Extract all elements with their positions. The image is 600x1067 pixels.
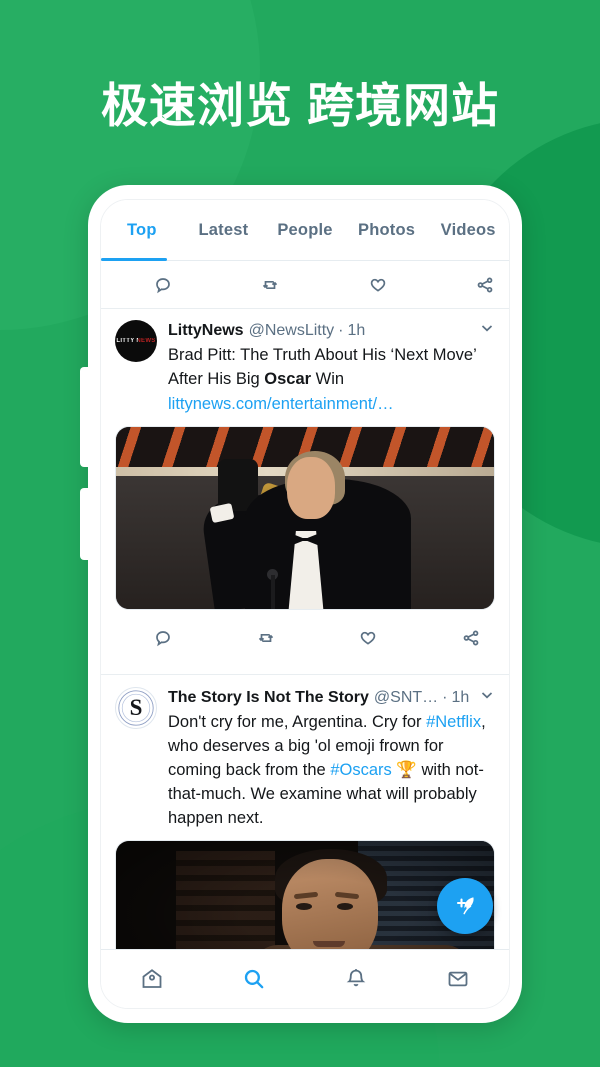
- mail-icon: [448, 971, 468, 987]
- tweet-link[interactable]: littynews.com/entertainment/…: [168, 392, 495, 416]
- nav-messages[interactable]: [407, 966, 509, 992]
- nav-notifications[interactable]: [305, 966, 407, 992]
- tab-videos[interactable]: Videos: [427, 221, 509, 240]
- like-button-partial[interactable]: [368, 275, 475, 295]
- retweet-button-partial[interactable]: [260, 275, 367, 295]
- chevron-down-icon[interactable]: [473, 320, 495, 342]
- hashtag-netflix[interactable]: #Netflix: [426, 713, 481, 731]
- search-tab-bar: Top Latest People Photos Videos: [101, 200, 509, 261]
- tweet-text: Don't cry for me, Argentina. Cry for #Ne…: [168, 710, 495, 830]
- tweet-timestamp: 1h: [451, 689, 470, 706]
- avatar[interactable]: LITTY NEWS: [115, 320, 157, 362]
- home-icon: [142, 969, 162, 988]
- share-button[interactable]: [461, 628, 481, 648]
- like-button[interactable]: [358, 628, 461, 648]
- phone-power-button[interactable]: [80, 488, 90, 560]
- tweet-item[interactable]: LITTY NEWS LittyNews @NewsLitty · 1h Bra…: [101, 308, 509, 662]
- tweet-timestamp: 1h: [347, 322, 366, 339]
- chevron-down-icon[interactable]: [473, 687, 495, 709]
- tweet-media-image[interactable]: [115, 426, 495, 610]
- nav-search[interactable]: [203, 966, 305, 992]
- search-icon: [244, 969, 264, 989]
- svg-text:S: S: [130, 695, 143, 720]
- nav-home[interactable]: [101, 966, 203, 992]
- tweet-author-handle[interactable]: @NewsLitty: [249, 321, 335, 341]
- tab-people[interactable]: People: [264, 221, 346, 240]
- avatar-label: LITTY NEWS: [116, 338, 156, 344]
- tweet-text-part-1: Don't cry for me, Argentina. Cry for: [168, 713, 427, 731]
- oscar-ceremony-photo: [116, 427, 494, 609]
- tweet-text-part-2: Win: [311, 370, 345, 388]
- bell-icon: [346, 969, 366, 987]
- bottom-navigation-bar: [101, 949, 509, 1008]
- active-tab-indicator: [101, 258, 167, 261]
- promo-stage: 极速浏览 跨境网站 Top Latest People Photos Video…: [0, 0, 600, 1067]
- reply-button[interactable]: [153, 628, 256, 648]
- retweet-button[interactable]: [256, 628, 359, 648]
- tweet-actions: [115, 614, 495, 662]
- tab-photos[interactable]: Photos: [346, 221, 428, 240]
- tab-top[interactable]: Top: [101, 221, 183, 240]
- phone-frame: Top Latest People Photos Videos LITTY NE…: [80, 185, 522, 1023]
- tweet-text-bold: Oscar: [264, 370, 312, 388]
- phone-volume-button[interactable]: [80, 367, 90, 467]
- trophy-emoji: 🏆: [396, 761, 417, 779]
- movie-still-photo: [116, 841, 494, 950]
- tab-latest[interactable]: Latest: [183, 221, 265, 240]
- tweet-text: Brad Pitt: The Truth About His ‘Next Mov…: [168, 343, 495, 391]
- compose-tweet-fab[interactable]: [437, 878, 493, 934]
- avatar[interactable]: S: [115, 687, 157, 729]
- search-results-feed[interactable]: LITTY NEWS LittyNews @NewsLitty · 1h Bra…: [101, 308, 509, 950]
- compose-feather-icon: [456, 897, 474, 915]
- share-button-partial[interactable]: [475, 275, 495, 295]
- tweet-author-name[interactable]: The Story Is Not The Story: [168, 688, 369, 708]
- avatar-logo-icon: S: [118, 690, 154, 726]
- tweet-author-handle[interactable]: @SNT…: [374, 688, 438, 708]
- phone-screen: Top Latest People Photos Videos LITTY NE…: [100, 199, 510, 1009]
- tweet-author-name[interactable]: LittyNews: [168, 321, 244, 341]
- reply-button-partial[interactable]: [153, 275, 260, 295]
- tweet-actions-partial: [101, 261, 509, 309]
- meta-separator: ·: [338, 322, 344, 339]
- hashtag-oscars[interactable]: #Oscars: [330, 761, 391, 779]
- promo-headline: 极速浏览 跨境网站: [100, 79, 500, 132]
- meta-separator: ·: [442, 689, 448, 706]
